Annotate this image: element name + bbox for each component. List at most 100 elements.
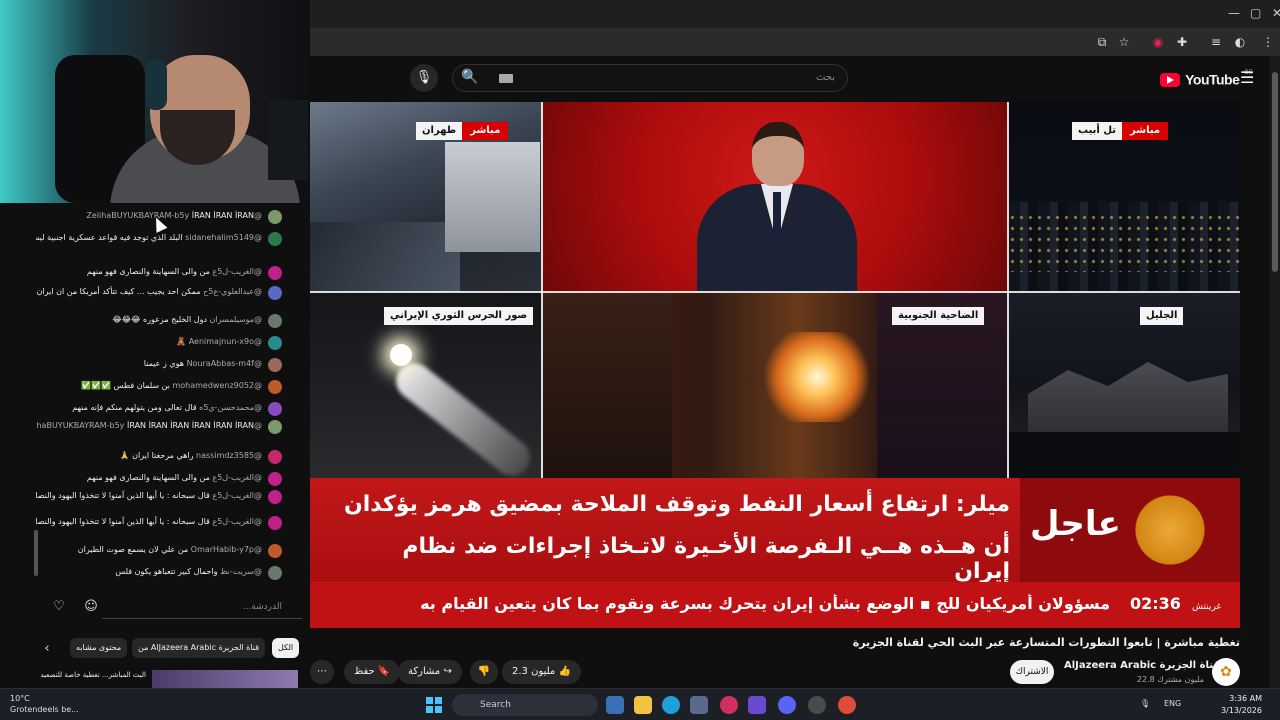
- chat-author[interactable]: @سريت-نظ: [218, 567, 262, 576]
- opera-icon[interactable]: [720, 696, 738, 714]
- youtube-header: 🎙 🔍 بحث YouTube BE ☰: [310, 56, 1280, 102]
- chat-message: @ZelihaBUYUKBAYRAM-b5y İRAN İRAN İRAN İR…: [36, 420, 262, 431]
- subscriber-count: 22.8 مليون مشترك: [1136, 675, 1204, 684]
- heart-icon[interactable]: ♡: [50, 598, 68, 616]
- voice-search-icon[interactable]: 🎙: [410, 64, 438, 92]
- chat-author[interactable]: @الغريب-ل5ع: [210, 491, 262, 500]
- chat-avatar[interactable]: [268, 210, 282, 224]
- chat-avatar[interactable]: [268, 566, 282, 580]
- webcam-overlay: [0, 0, 310, 203]
- chat-avatar[interactable]: [268, 472, 282, 486]
- store-icon[interactable]: [690, 696, 708, 714]
- chat-author[interactable]: @الغريب-ل5ع: [210, 517, 262, 526]
- chat-author[interactable]: @موسيلمسران: [207, 315, 262, 324]
- windows-start-icon[interactable]: [426, 697, 442, 713]
- app-icon[interactable]: [748, 696, 766, 714]
- chat-message: @عبدالعلوي-ع5ح ممكن احد يجيب ... كيف تتأ…: [36, 286, 262, 297]
- chat-author[interactable]: @nassimdz3585: [193, 451, 262, 460]
- chat-author[interactable]: @الغريب-ل5ع: [210, 267, 262, 276]
- screen: — ▢ ✕ ⧉ ☆ ◉ ✚ ≡ ◐ ⋮ 🎙 🔍 بحث YouTube BE ☰: [0, 0, 1280, 720]
- extension-icon[interactable]: ◉: [1150, 34, 1166, 50]
- chat-avatar[interactable]: [268, 544, 282, 558]
- chip-similar[interactable]: محتوى مشابه: [70, 638, 128, 658]
- menu-dots-icon[interactable]: ⋮: [1260, 34, 1276, 50]
- chat-avatar[interactable]: [268, 336, 282, 350]
- chat-author[interactable]: @عبدالعلوي-ع5ح: [201, 287, 262, 296]
- chrome-icon[interactable]: [838, 696, 856, 714]
- search-icon[interactable]: 🔍: [461, 69, 478, 85]
- chat-avatar[interactable]: [268, 266, 282, 280]
- galilee-label: الجليل: [1140, 307, 1184, 325]
- microphone-icon[interactable]: 🎙: [1140, 699, 1150, 708]
- news-ticker: مسؤولان أمريكيان للج ▪ الوضع بشأن إيران …: [310, 582, 1240, 628]
- chat-avatar[interactable]: [268, 380, 282, 394]
- task-view-icon[interactable]: [606, 696, 624, 714]
- edge-icon[interactable]: [662, 696, 680, 714]
- chat-avatar[interactable]: [268, 286, 282, 300]
- more-actions-icon[interactable]: ⋯: [310, 660, 334, 684]
- file-explorer-icon[interactable]: [634, 696, 652, 714]
- chat-avatar[interactable]: [268, 358, 282, 372]
- page-scrollbar[interactable]: [1270, 56, 1280, 688]
- bookmark-star-icon[interactable]: ☆: [1116, 34, 1132, 50]
- chat-text: من والى السهاينة والنصارى فهو منهم: [86, 267, 210, 276]
- save-icon: 🔖: [377, 666, 391, 677]
- save-button[interactable]: حفظ 🔖: [344, 660, 401, 684]
- chat-author[interactable]: @Aenimajnun-x9o: [186, 337, 262, 346]
- chat-author[interactable]: @mohamedwenz9052: [170, 381, 262, 390]
- chat-avatar[interactable]: [268, 450, 282, 464]
- emoji-icon[interactable]: ☺: [82, 598, 100, 616]
- search-input[interactable]: 🔍 بحث: [452, 64, 848, 92]
- youtube-logo[interactable]: YouTube BE: [1160, 69, 1252, 88]
- like-button[interactable]: 2.3 مليون 👍: [502, 660, 581, 684]
- chat-avatar[interactable]: [268, 516, 282, 530]
- chip-all[interactable]: الكل: [272, 638, 300, 658]
- chat-text: البلد الذي توجد فيه قواعد عسكرية اجنبية …: [36, 233, 183, 242]
- thumbs-up-icon: 👍: [558, 666, 571, 677]
- scrollbar-thumb[interactable]: [1272, 72, 1278, 272]
- install-icon[interactable]: ⧉: [1094, 34, 1110, 50]
- channel-name[interactable]: AlJazeera Arabic قناة الجزيرة: [1064, 660, 1220, 671]
- keyboard-icon[interactable]: [499, 74, 513, 83]
- chat-author[interactable]: @محمدحسن-ي5ه: [197, 403, 262, 412]
- chat-avatar[interactable]: [268, 490, 282, 504]
- chat-author[interactable]: @OmarHabib-y7p: [188, 545, 262, 554]
- place-label: تل أبيب: [1072, 122, 1123, 140]
- puzzle-icon[interactable]: ✚: [1174, 34, 1190, 50]
- video-player[interactable]: مباشر طهران مباشر تل أبيب صور الحرس الثو…: [310, 102, 1240, 628]
- recommended-title[interactable]: البث المباشر... تغطية خاصة للتصعيد: [36, 670, 146, 681]
- channel-avatar[interactable]: ✿: [1212, 658, 1240, 686]
- chat-scrollbar[interactable]: [34, 530, 38, 576]
- weather-widget[interactable]: 10°C Grotendeels be...: [10, 693, 79, 715]
- taskbar-clock[interactable]: 3:36 AM 3/13/2026: [1200, 693, 1262, 717]
- chat-avatar[interactable]: [268, 232, 282, 246]
- chat-avatar[interactable]: [268, 314, 282, 328]
- obs-icon[interactable]: [808, 696, 826, 714]
- dislike-button[interactable]: 👎: [470, 660, 498, 684]
- chevron-left-icon[interactable]: ‹: [38, 640, 56, 658]
- close-icon[interactable]: ✕: [1272, 6, 1280, 20]
- discord-icon[interactable]: [778, 696, 796, 714]
- chat-author[interactable]: @NouraAbbas-m4f: [184, 359, 262, 368]
- chat-avatar[interactable]: [268, 402, 282, 416]
- place-label: طهران: [416, 122, 463, 140]
- chat-input[interactable]: الدردشة...: [102, 595, 302, 619]
- language-indicator[interactable]: ENG: [1164, 699, 1181, 708]
- weather-temp: 10°C: [10, 694, 30, 703]
- profile-icon[interactable]: ◐: [1232, 34, 1248, 50]
- hamburger-menu-icon[interactable]: ☰: [1240, 68, 1254, 87]
- chat-avatar[interactable]: [268, 420, 282, 434]
- like-count: 2.3 مليون: [512, 666, 556, 677]
- chat-message: @موسيلمسران دول الخليج مزعوره 😂😂😂: [36, 314, 262, 325]
- maximize-icon[interactable]: ▢: [1250, 6, 1261, 20]
- chat-author[interactable]: @sidanehalim5149: [183, 233, 262, 242]
- minimize-icon[interactable]: —: [1228, 6, 1240, 20]
- subscribe-button[interactable]: الاشتراك: [1010, 660, 1054, 684]
- chip-channel[interactable]: من AlJazeera Arabic قناة الجزيرة: [132, 638, 266, 658]
- telaviv-label: مباشر تل أبيب: [1072, 122, 1169, 140]
- playlist-icon[interactable]: ≡: [1208, 34, 1224, 50]
- chat-author[interactable]: @الغريب-ل5ع: [210, 473, 262, 482]
- taskbar-search[interactable]: Search: [452, 694, 598, 716]
- address-bar[interactable]: ⧉ ☆ ◉ ✚ ≡ ◐ ⋮: [310, 28, 1280, 56]
- share-button[interactable]: مشاركة ↪: [398, 660, 462, 684]
